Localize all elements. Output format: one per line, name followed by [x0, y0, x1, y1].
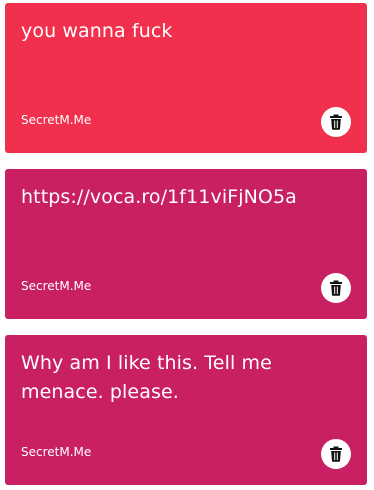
message-text: you wanna fuck	[21, 20, 173, 42]
source-label: SecretM.Me	[21, 445, 92, 459]
message-card: https://voca.ro/1f11viFjNO5a SecretM.Me	[5, 169, 367, 319]
source-label: SecretM.Me	[21, 279, 92, 293]
trash-icon	[329, 280, 343, 296]
delete-button[interactable]	[321, 273, 351, 303]
trash-icon	[329, 446, 343, 462]
delete-button[interactable]	[321, 439, 351, 469]
trash-icon	[329, 114, 343, 130]
source-label: SecretM.Me	[21, 113, 92, 127]
message-text: Why am I like this. Tell me menace. plea…	[21, 352, 272, 403]
message-text: https://voca.ro/1f11viFjNO5a	[21, 186, 297, 208]
message-card: Why am I like this. Tell me menace. plea…	[5, 335, 367, 485]
delete-button[interactable]	[321, 107, 351, 137]
message-card: you wanna fuck SecretM.Me	[5, 3, 367, 153]
